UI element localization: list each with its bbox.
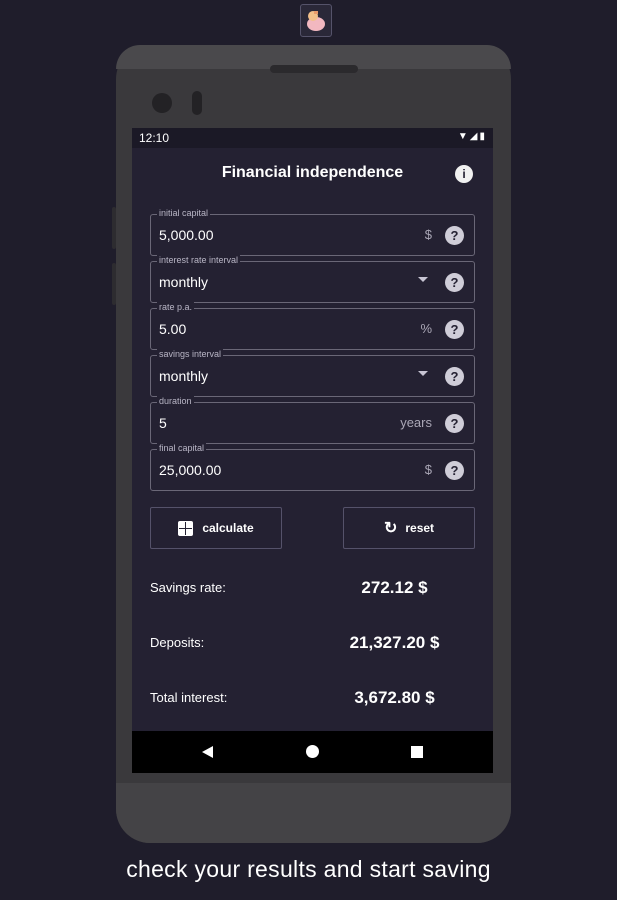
info-icon[interactable]: i bbox=[455, 165, 473, 183]
calculator-icon bbox=[178, 520, 194, 536]
percent-suffix: % bbox=[420, 321, 432, 336]
field-label: initial capital bbox=[157, 208, 211, 218]
field-value[interactable]: monthly bbox=[159, 274, 208, 290]
help-icon[interactable]: ? bbox=[445, 273, 464, 292]
calculate-label: calculate bbox=[202, 521, 254, 535]
duration-field[interactable]: duration 5 years ? bbox=[150, 396, 475, 444]
total-interest-value: 3,672.80 $ bbox=[354, 688, 435, 707]
help-icon[interactable]: ? bbox=[445, 414, 464, 433]
savings-rate-label: Savings rate: bbox=[150, 580, 226, 595]
help-icon[interactable]: ? bbox=[445, 367, 464, 386]
status-icons: ▼◢▮ bbox=[457, 131, 487, 142]
status-time: 12:10 bbox=[139, 131, 170, 145]
total-interest-label: Total interest: bbox=[150, 690, 228, 705]
reset-button[interactable]: ↻ reset bbox=[343, 507, 475, 549]
promo-caption: check your results and start saving bbox=[126, 856, 491, 882]
deposits-value: 21,327.20 $ bbox=[349, 633, 440, 652]
camera bbox=[152, 93, 172, 113]
initial-capital-field[interactable]: initial capital 5,000.00 $ ? bbox=[150, 208, 475, 256]
field-value[interactable]: 5,000.00 bbox=[159, 227, 214, 243]
deposits-label: Deposits: bbox=[150, 635, 205, 650]
status-bar: 12:10 ▼◢▮ bbox=[132, 128, 493, 148]
field-value[interactable]: 5.00 bbox=[159, 321, 186, 337]
back-icon[interactable] bbox=[202, 746, 213, 758]
field-value[interactable]: 5 bbox=[159, 415, 167, 431]
final-capital-field[interactable]: final capital 25,000.00 $ ? bbox=[150, 443, 475, 491]
savings-interval-dropdown[interactable]: savings interval monthly ? bbox=[150, 349, 475, 397]
interest-rate-interval-dropdown[interactable]: interest rate interval monthly ? bbox=[150, 255, 475, 303]
currency-suffix: $ bbox=[424, 227, 432, 242]
page-title: Financial independence bbox=[221, 164, 404, 181]
help-icon[interactable]: ? bbox=[445, 320, 464, 339]
rate-field[interactable]: rate p.a. 5.00 % ? bbox=[150, 302, 475, 350]
help-icon[interactable]: ? bbox=[445, 226, 464, 245]
home-icon[interactable] bbox=[306, 745, 319, 758]
reset-icon: ↻ bbox=[383, 520, 398, 537]
field-value[interactable]: 25,000.00 bbox=[159, 462, 221, 478]
field-value[interactable]: monthly bbox=[159, 368, 208, 384]
volume-button bbox=[112, 207, 116, 249]
reset-label: reset bbox=[405, 521, 435, 535]
field-label: savings interval bbox=[157, 349, 224, 359]
power-button bbox=[112, 263, 116, 305]
chevron-down-icon[interactable] bbox=[418, 371, 428, 376]
help-icon[interactable]: ? bbox=[445, 461, 464, 480]
sensor bbox=[192, 91, 202, 115]
recent-apps-icon[interactable] bbox=[411, 746, 423, 758]
app-screen: 12:10 ▼◢▮ Financial independence i initi… bbox=[132, 128, 493, 773]
speaker bbox=[270, 65, 358, 73]
calculate-button[interactable]: calculate bbox=[150, 507, 282, 549]
years-suffix: years bbox=[400, 415, 432, 430]
navigation-bar bbox=[132, 731, 493, 773]
app-icon bbox=[300, 4, 332, 37]
field-label: rate p.a. bbox=[157, 302, 195, 312]
field-label: duration bbox=[157, 396, 194, 406]
chevron-down-icon[interactable] bbox=[418, 277, 428, 282]
field-label: final capital bbox=[157, 443, 207, 453]
currency-suffix: $ bbox=[424, 462, 432, 477]
field-label: interest rate interval bbox=[157, 255, 241, 265]
savings-rate-value: 272.12 $ bbox=[361, 578, 428, 597]
